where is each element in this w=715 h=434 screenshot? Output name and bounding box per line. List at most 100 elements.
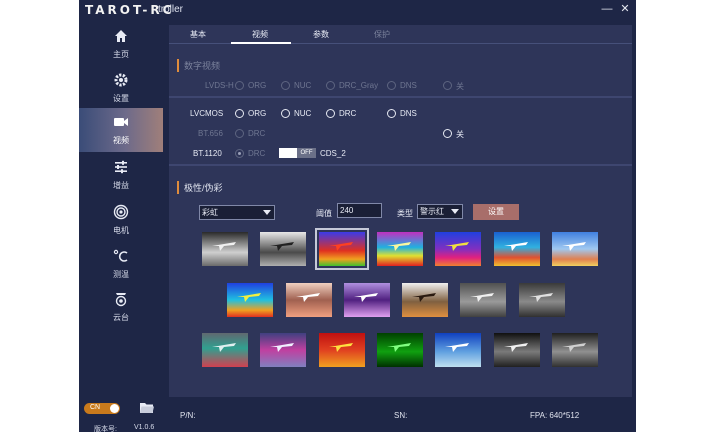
cds-toggle[interactable]: OFF xyxy=(279,148,316,158)
lvcmos-label: LVCMOS xyxy=(190,109,224,118)
lvcmos-drc-label: DRC xyxy=(339,109,357,118)
sidebar-item-video[interactable]: 视频 xyxy=(79,108,163,152)
lvds-dns-label: DNS xyxy=(400,81,417,90)
bt1120-drc-label: DRC xyxy=(248,149,266,158)
sidebar-item-gimbal[interactable]: 云台 xyxy=(79,285,163,329)
sidebar: 主页 设置 视频 增益 电机 测温 云台 CN 版本号: V1.0.6 xyxy=(79,20,163,433)
palette-thumbnail[interactable] xyxy=(435,333,481,367)
minimize-button[interactable]: — xyxy=(600,2,614,16)
palette-thumbnail[interactable] xyxy=(260,333,306,367)
sidebar-item-motor[interactable]: 电机 xyxy=(79,198,163,242)
palette-thumbnail[interactable] xyxy=(227,283,273,317)
palette-thumbnail[interactable] xyxy=(260,232,306,266)
language-label: CN xyxy=(90,404,101,411)
sidebar-item-label: 设置 xyxy=(113,94,129,103)
sliders-icon xyxy=(115,160,127,174)
lvds-label: LVDS-H xyxy=(205,81,234,90)
lvcmos-dns-radio[interactable] xyxy=(387,109,396,118)
palette-thumbnail[interactable] xyxy=(344,283,390,317)
sidebar-item-label: 电机 xyxy=(113,226,129,235)
sidebar-item-label: 云台 xyxy=(113,313,129,322)
sidebar-item-home[interactable]: 主页 xyxy=(79,22,163,66)
fpa-label: FPA: 640*512 xyxy=(530,411,580,420)
divider xyxy=(169,164,632,166)
palette-thumbnail[interactable] xyxy=(377,232,423,266)
bt656-drc-label: DRC xyxy=(248,129,266,138)
tab-video[interactable]: 视频 xyxy=(252,29,268,40)
sidebar-item-label: 视频 xyxy=(113,136,129,145)
app-title: troller xyxy=(158,4,184,15)
apply-button[interactable]: 设置 xyxy=(473,204,519,220)
lvds-org-radio xyxy=(235,81,244,90)
bt1120-label: BT.1120 xyxy=(193,149,222,158)
palette-thumbnail[interactable] xyxy=(552,232,598,266)
bt1120-drc-radio[interactable] xyxy=(235,149,244,158)
digital-video-title: 数字视频 xyxy=(177,59,220,72)
tab-basic[interactable]: 基本 xyxy=(190,29,206,40)
lvds-off-label: 关 xyxy=(456,82,464,91)
lvcmos-org-radio[interactable] xyxy=(235,109,244,118)
sidebar-item-label: 增益 xyxy=(113,181,129,190)
type-label: 类型 xyxy=(397,209,413,218)
lvds-drcgray-label: DRC_Gray xyxy=(339,81,379,90)
gear-icon xyxy=(114,73,128,87)
lvcmos-nuc-radio[interactable] xyxy=(281,109,290,118)
sidebar-item-temperature[interactable]: 测温 xyxy=(79,242,163,286)
palette-select-value: 彩虹 xyxy=(202,208,218,217)
sidebar-item-settings[interactable]: 设置 xyxy=(79,66,163,110)
sidebar-item-label: 主页 xyxy=(113,50,129,59)
palette-thumbnail[interactable] xyxy=(494,333,540,367)
folder-icon[interactable] xyxy=(140,402,154,414)
gimbal-icon xyxy=(115,293,127,307)
lvds-org-label: ORG xyxy=(248,81,267,90)
palette-select[interactable]: 彩虹 xyxy=(199,205,275,220)
analog-off-radio[interactable] xyxy=(443,129,452,138)
video-camera-icon xyxy=(114,118,128,126)
palette-thumbnail[interactable] xyxy=(377,333,423,367)
palette-thumbnail-selected[interactable] xyxy=(315,228,369,270)
chevron-down-icon xyxy=(451,209,459,214)
video-panel: 基本 视频 参数 保护 数字视频 LVDS-H ORG NUC DRC_Gray… xyxy=(169,25,632,397)
close-button[interactable]: ✕ xyxy=(618,2,632,16)
palette-thumbnail[interactable] xyxy=(319,333,365,367)
active-tab-indicator xyxy=(231,42,291,44)
type-select[interactable]: 警示红 xyxy=(417,204,463,219)
lvcmos-org-label: ORG xyxy=(248,109,267,118)
version-number: V1.0.6 xyxy=(134,424,155,431)
divider xyxy=(169,96,632,98)
language-toggle[interactable]: CN xyxy=(84,403,120,414)
lvcmos-drc-radio[interactable] xyxy=(326,109,335,118)
palette-section-title: 极性/伪彩 xyxy=(177,181,223,194)
palette-thumbnail[interactable] xyxy=(202,333,248,367)
title-bar: TAROT-RC troller — ✕ xyxy=(79,0,636,20)
palette-thumbnail[interactable] xyxy=(402,283,448,317)
palette-thumbnail[interactable] xyxy=(286,283,332,317)
lvds-drcgray-radio xyxy=(326,81,335,90)
bt656-drc-radio xyxy=(235,129,244,138)
app-window: TAROT-RC troller — ✕ 主页 设置 视频 增益 电机 测温 云… xyxy=(79,0,636,433)
toggle-knob xyxy=(110,404,119,413)
motor-icon xyxy=(113,204,129,220)
sn-label: SN: xyxy=(394,411,408,420)
threshold-label: 阈值 xyxy=(316,209,332,218)
tab-params[interactable]: 参数 xyxy=(313,29,329,40)
sidebar-item-gain[interactable]: 增益 xyxy=(79,153,163,197)
palette-thumbnail[interactable] xyxy=(494,232,540,266)
analog-off-label: 关 xyxy=(456,130,464,139)
bt656-label: BT.656 xyxy=(198,129,223,138)
palette-thumbnail[interactable] xyxy=(552,333,598,367)
palette-thumbnail[interactable] xyxy=(519,283,565,317)
palette-thumbnail[interactable] xyxy=(460,283,506,317)
type-select-value: 警示红 xyxy=(420,207,444,216)
palette-thumbnail[interactable] xyxy=(202,232,248,266)
cds-toggle-state: OFF xyxy=(297,148,316,158)
cds-label: CDS_2 xyxy=(320,149,346,158)
tab-bar: 基本 视频 参数 保护 xyxy=(169,25,632,44)
pn-label: P/N: xyxy=(180,411,196,420)
threshold-input[interactable]: 240 xyxy=(337,203,382,218)
lvds-dns-radio xyxy=(387,81,396,90)
celsius-icon xyxy=(113,249,128,262)
palette-thumbnail[interactable] xyxy=(435,232,481,266)
lvcmos-nuc-label: NUC xyxy=(294,109,312,118)
lvcmos-dns-label: DNS xyxy=(400,109,417,118)
